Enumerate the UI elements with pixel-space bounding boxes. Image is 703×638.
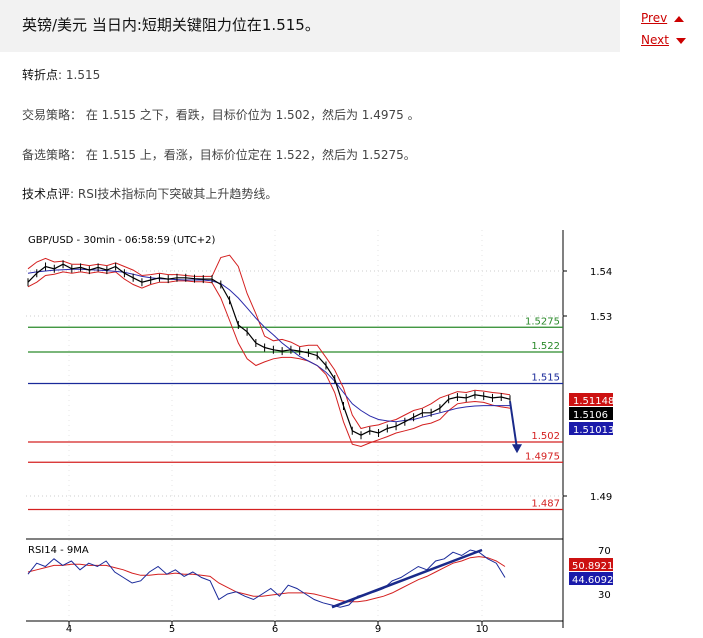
x-axis-label: 6 — [272, 624, 278, 635]
pivot-line: 转折点: 1.515 — [22, 66, 100, 83]
rsi-badge-label: 50.8921 — [572, 561, 613, 572]
level-label: 1.502 — [531, 431, 560, 442]
triangle-down-icon — [675, 37, 686, 44]
rsi-badge-label: 44.6092 — [572, 575, 613, 586]
level-label: 1.522 — [531, 341, 560, 352]
next-label[interactable]: Next — [641, 33, 669, 47]
strategy-line: 交易策略： 在 1.515 之下，看跌，目标价位为 1.502，然后为 1.49… — [22, 108, 420, 122]
x-axis-label: 9 — [375, 624, 381, 635]
level-label: 1.5275 — [525, 316, 560, 327]
x-axis-label: 10 — [476, 624, 489, 635]
price-axis-label: 1.54 — [590, 267, 612, 278]
rsi-title: RSI14 - 9MA — [28, 545, 89, 556]
price-axis-label: 1.49 — [590, 492, 612, 503]
x-axis-label: 5 — [169, 624, 175, 635]
rsi-axis-label: 70 — [598, 546, 611, 557]
comment-text: : RSI技术指标向下突破其上升趋势线。 — [70, 187, 278, 201]
x-axis-label: 4 — [66, 624, 72, 635]
price-badge-label: 1.51013 — [573, 425, 614, 436]
price-axis-label: 1.53 — [590, 312, 612, 323]
triangle-up-icon — [674, 15, 685, 22]
level-label: 1.515 — [531, 373, 560, 384]
article-header: 英镑/美元 当日内:短期关键阻力位在1.515。 — [0, 0, 620, 52]
prev-label[interactable]: Prev — [641, 11, 667, 25]
pivot-value: : 1.515 — [58, 68, 101, 82]
price-badge-label: 1.51148 — [573, 396, 614, 407]
comment-label: 技术点评 — [22, 187, 71, 201]
rsi-axis-label: 30 — [598, 590, 611, 601]
alternative-line: 备选策略： 在 1.515 上，看涨，目标价位定在 1.522，然后为 1.52… — [22, 148, 416, 162]
chart-title: GBP/USD - 30min - 06:58:59 (UTC+2) — [28, 235, 215, 246]
level-label: 1.4975 — [525, 451, 560, 462]
next-link[interactable]: Next — [641, 33, 686, 47]
price-badge-label: 1.5106 — [573, 410, 608, 421]
price-chart: 1.5275 1.522 1.515 1.502 1.4975 1.487 1.51148… — [26, 230, 614, 635]
prev-link[interactable]: Prev — [641, 11, 685, 25]
pivot-label: 转折点 — [22, 68, 59, 82]
article-title: 英镑/美元 当日内:短期关键阻力位在1.515。 — [22, 16, 320, 34]
level-label: 1.487 — [531, 499, 560, 510]
comment-line: 技术点评: RSI技术指标向下突破其上升趋势线。 — [22, 185, 277, 202]
